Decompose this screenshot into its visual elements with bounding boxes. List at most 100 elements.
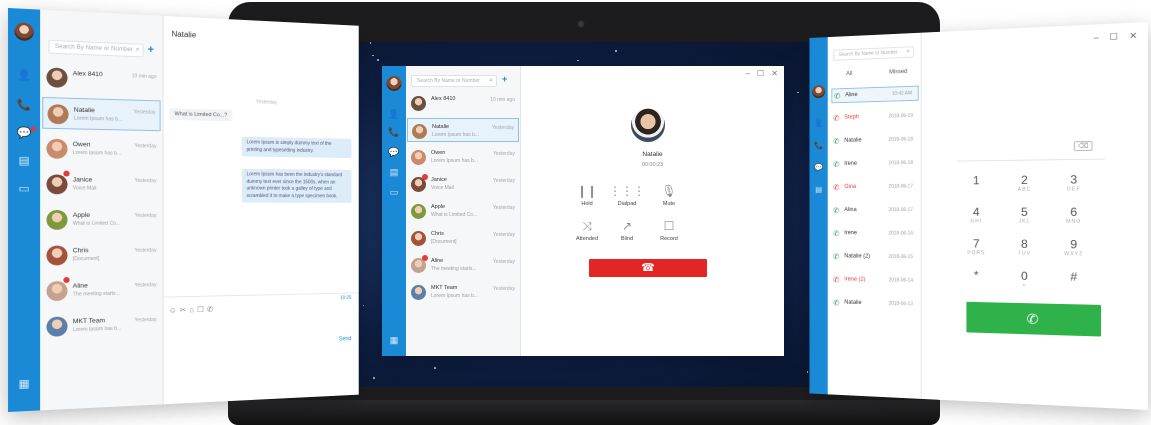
call-history-row[interactable]: ✆ Irene (2) 2018-06-14	[831, 273, 918, 290]
attended-button[interactable]: ⤨ Attended	[567, 219, 607, 242]
contact-time: Yesterday	[134, 143, 156, 149]
my-avatar[interactable]	[812, 85, 825, 98]
dial-key[interactable]: #	[1053, 270, 1095, 284]
dial-key[interactable]: 1	[957, 174, 997, 188]
contact-row[interactable]: Chris [Document] Yesterday	[42, 239, 160, 272]
call-history-row[interactable]: ✆ Natalie 2018-06-13	[831, 296, 918, 313]
dial-key[interactable]: 2 ABC	[1004, 173, 1045, 193]
contacts-icon[interactable]: 👤	[388, 110, 399, 119]
contact-row[interactable]: MKT Team Lorem Ipsum has b... Yesterday	[407, 280, 519, 304]
voicemail-icon[interactable]: ▤	[390, 168, 399, 177]
calls-icon[interactable]: 📞	[388, 128, 399, 137]
answered-call-icon: ✆	[833, 160, 839, 168]
contact-preview: [Document]	[73, 255, 125, 261]
new-chat-icon[interactable]: +	[502, 74, 507, 84]
mute-button[interactable]: 🎙 Mute	[649, 184, 689, 207]
blind-button[interactable]: ↗ Blind	[607, 219, 647, 242]
close-icon[interactable]: ✕	[771, 69, 778, 78]
search-input[interactable]: Search By Name or Number ⌕	[49, 40, 144, 58]
hangup-button[interactable]: ☎	[589, 259, 707, 277]
contact-row[interactable]: Apple What is Limited Co... Yesterday	[42, 204, 160, 236]
dial-key[interactable]: 3 DEF	[1053, 173, 1095, 193]
composer-toolbar[interactable]: ☺✂⌂☐✆	[169, 305, 217, 315]
unread-badge	[63, 171, 69, 177]
close-icon[interactable]: ✕	[1129, 30, 1137, 41]
voicemail-icon[interactable]: ▤	[19, 156, 30, 167]
dial-key[interactable]: 6 MNO	[1053, 205, 1095, 225]
chat-icon[interactable]: 💬	[17, 128, 32, 139]
my-avatar[interactable]	[387, 76, 402, 91]
tab-missed[interactable]: Missed	[889, 69, 907, 75]
maximize-icon[interactable]: ☐	[757, 69, 764, 78]
my-avatar[interactable]	[14, 22, 33, 41]
contact-row[interactable]: Chris [Document] Yesterday	[407, 226, 519, 250]
call-button[interactable]: ✆	[966, 302, 1101, 337]
call-history-row[interactable]: ✆ Alina 2018-06-17	[831, 204, 918, 219]
record-icon: ☐	[649, 219, 689, 233]
contact-avatar	[46, 210, 67, 230]
call-date: 2018-06-13	[889, 301, 913, 307]
apps-grid-icon[interactable]: ▦	[390, 336, 399, 345]
tab-all[interactable]: All	[846, 71, 852, 77]
contact-avatar	[412, 124, 427, 139]
contact-row[interactable]: Alex 8410 10 min ago	[407, 91, 519, 115]
search-icon: ⌕	[906, 47, 910, 57]
search-input[interactable]: Search By Name or Number ⌕	[833, 46, 914, 61]
voicemail-icon[interactable]: ▤	[815, 186, 822, 193]
contact-row[interactable]: Alex 8410 10 min ago	[42, 61, 160, 96]
dial-key[interactable]: 9 WXYZ	[1053, 237, 1095, 257]
contact-row[interactable]: Natalie Lorem Ipsum has b... Yesterday	[407, 118, 519, 142]
number-input[interactable]	[957, 159, 1106, 162]
contact-preview: [Document]	[431, 239, 479, 245]
contact-row[interactable]: Aline The meeting starts... Yesterday	[407, 253, 519, 277]
contact-row[interactable]: MKT Team Lorem Ipsum has b... Yesterday	[42, 308, 160, 343]
dial-key-digit: 0	[1004, 269, 1045, 283]
contact-row[interactable]: Natalie Lorem Ipsum has b... Yesterday	[42, 97, 160, 131]
call-history-row[interactable]: ✆ Aline 10:42 AM	[831, 86, 918, 104]
send-button[interactable]: Send	[339, 336, 352, 342]
hold-button[interactable]: ❙❙ Hold	[567, 184, 607, 207]
dial-key[interactable]: 4 GHI	[957, 205, 997, 224]
contact-row[interactable]: Owen Lorem Ipsum has b... Yesterday	[407, 145, 519, 169]
dial-key[interactable]: *	[957, 268, 997, 282]
contacts-icon[interactable]: 👤	[814, 120, 823, 128]
call-history-row[interactable]: ✆ Irene 2018-06-18	[831, 156, 918, 172]
dial-key[interactable]: 7 PQRS	[957, 237, 997, 256]
contact-preview: Lorem Ipsum has b...	[432, 132, 480, 138]
blind-transfer-icon: ↗	[607, 219, 647, 233]
meeting-icon[interactable]: ▭	[390, 188, 399, 197]
contact-row[interactable]: Janice Voice Mail Yesterday	[407, 172, 519, 196]
calls-icon[interactable]: 📞	[814, 142, 823, 150]
contact-row[interactable]: Janice Voice Mail Yesterday	[42, 168, 160, 200]
contact-row[interactable]: Aline The meeting starts... Yesterday	[42, 274, 160, 308]
dial-key[interactable]: 8 TUV	[1004, 237, 1045, 257]
contact-row[interactable]: Apple What is Limited Co... Yesterday	[407, 199, 519, 223]
chat-icon[interactable]: 💬	[388, 148, 399, 157]
call-history-row[interactable]: ✆ Steph 2018-06-19	[831, 109, 918, 126]
search-input[interactable]: Search By Name or Number ⌕	[411, 75, 497, 87]
contact-avatar	[46, 281, 67, 301]
call-history-row[interactable]: ✆ Gina 2018-06-17	[831, 180, 918, 195]
search-icon: ⌕	[136, 44, 140, 56]
dial-key[interactable]: 5 JKL	[1004, 205, 1045, 224]
call-history-row[interactable]: ✆ Irene 2018-06-16	[831, 227, 918, 242]
webcam	[577, 20, 585, 28]
chat-window: 👤 📞 💬 ▤ ▭ ▦ Search By Name or Number ⌕ +…	[8, 8, 359, 412]
backspace-icon[interactable]: ⌫	[1074, 141, 1093, 151]
chat-icon[interactable]: 💬	[814, 164, 823, 171]
contacts-icon[interactable]: 👤	[17, 70, 32, 81]
meeting-icon[interactable]: ▭	[19, 184, 30, 195]
new-chat-icon[interactable]: +	[148, 44, 154, 56]
contact-row[interactable]: Owen Lorem Ipsum has b... Yesterday	[42, 133, 160, 166]
dial-key[interactable]: 0 +	[1004, 269, 1045, 289]
record-button[interactable]: ☐ Record	[649, 219, 689, 242]
maximize-icon[interactable]: ☐	[1109, 31, 1118, 42]
missed-call-icon: ✆	[833, 114, 839, 122]
dialpad-button[interactable]: ⋮⋮⋮ Dialpad	[607, 184, 647, 207]
call-history-row[interactable]: ✆ Natalie (2) 2018-06-15	[831, 250, 918, 266]
minimize-icon[interactable]: –	[746, 69, 750, 78]
calls-icon[interactable]: 📞	[17, 100, 32, 111]
apps-grid-icon[interactable]: ▦	[19, 379, 30, 390]
call-history-row[interactable]: ✆ Natalie 2018-06-18	[831, 133, 918, 150]
minimize-icon[interactable]: –	[1094, 32, 1099, 42]
